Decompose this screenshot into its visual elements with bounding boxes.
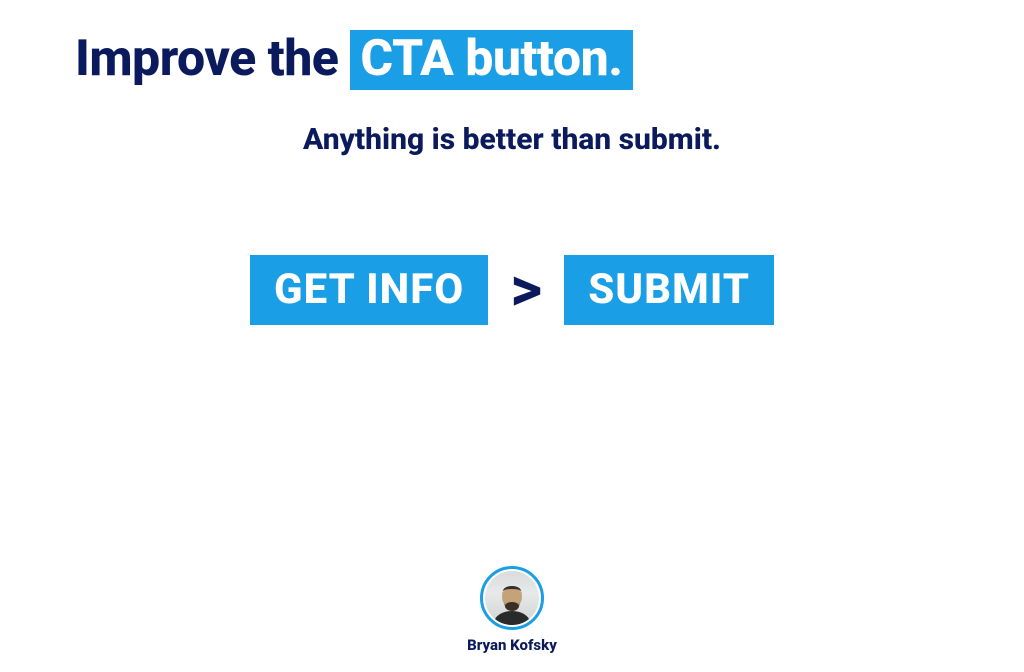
cta-button-bad: SUBMIT [564,255,774,325]
heading-prefix: Improve the [75,30,350,88]
greater-than-icon: > [510,259,542,321]
author-name: Bryan Kofsky [467,636,557,654]
page-subheading: Anything is better than submit. [0,122,1024,157]
heading-highlight: CTA button. [350,30,632,90]
page-heading: Improve the CTA button. [75,30,633,90]
cta-comparison: GET INFO > SUBMIT [0,255,1024,325]
avatar [480,566,544,630]
cta-button-good: GET INFO [250,255,488,325]
avatar-image [485,571,539,625]
author-block: Bryan Kofsky [0,566,1024,654]
